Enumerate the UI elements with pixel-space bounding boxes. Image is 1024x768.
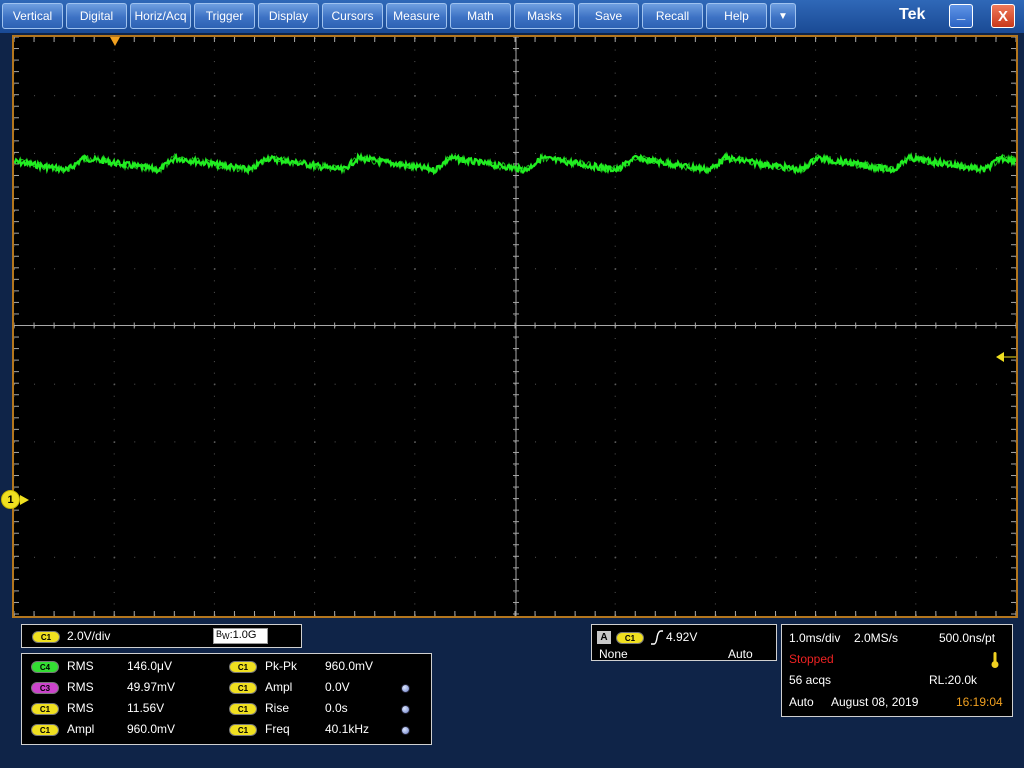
measurement-left-badge: C3	[31, 682, 59, 694]
acquisition-panel[interactable]: 1.0ms/div 2.0MS/s 500.0ns/pt Stopped 56 …	[781, 624, 1013, 717]
measurement-info-icon[interactable]	[401, 705, 410, 714]
trigger-panel[interactable]: A C1 4.92V None Auto	[591, 624, 777, 661]
measurement-right-name: Rise	[265, 701, 290, 715]
menu-help[interactable]: Help	[706, 3, 767, 29]
measurement-left-value: 11.56V	[127, 701, 165, 715]
acquisition-time: 16:19:04	[956, 695, 1003, 709]
menu-save[interactable]: Save	[578, 3, 639, 29]
thermometer-icon	[991, 652, 999, 668]
trigger-position-marker-icon[interactable]	[110, 37, 120, 46]
measurement-right-value: 40.1kHz	[325, 722, 370, 736]
trigger-mode: Auto	[728, 647, 753, 661]
measurement-right-badge: C1	[229, 724, 257, 736]
measurement-right-name: Freq	[265, 722, 290, 736]
trigger-level: 4.92V	[666, 630, 698, 644]
measurement-left-badge: C1	[31, 703, 59, 715]
channel1-ground-marker[interactable]: 1	[1, 490, 20, 509]
measurement-left-value: 49.97mV	[127, 680, 176, 694]
minimize-button[interactable]: _	[949, 4, 973, 28]
channel1-badge: C1	[32, 631, 60, 643]
acquisition-mode: Auto	[789, 695, 814, 709]
measurement-left-badge: C4	[31, 661, 59, 673]
menu-digital[interactable]: Digital	[66, 3, 127, 29]
record-length: RL:20.0k	[929, 673, 978, 687]
menu-more-button[interactable]: ▼	[770, 3, 796, 29]
rising-edge-icon	[651, 630, 663, 645]
menu-vertical[interactable]: Vertical	[2, 3, 63, 29]
measurement-left-name: Ampl	[67, 722, 95, 736]
acquisition-count: 56 acqs	[789, 673, 832, 687]
menu-math[interactable]: Math	[450, 3, 511, 29]
menu-masks[interactable]: Masks	[514, 3, 575, 29]
menu-trigger[interactable]: Trigger	[194, 3, 255, 29]
waveform-display[interactable]	[12, 35, 1018, 618]
measurement-right-badge: C1	[229, 682, 257, 694]
measurement-info-icon[interactable]	[401, 684, 410, 693]
measurement-left-value: 960.0mV	[127, 722, 176, 736]
graticule	[14, 37, 1016, 616]
measurement-left-badge: C1	[31, 724, 59, 736]
trigger-coupling: None	[599, 647, 628, 661]
measurement-left-value: 146.0μV	[127, 659, 172, 673]
trigger-source-badge: C1	[616, 632, 644, 644]
close-button[interactable]: X	[991, 4, 1015, 28]
measurement-info-icon[interactable]	[401, 726, 410, 735]
measurement-right-badge: C1	[229, 703, 257, 715]
menu-cursors[interactable]: Cursors	[322, 3, 383, 29]
measurement-right-badge: C1	[229, 661, 257, 673]
brand-logo: Tek	[899, 6, 926, 23]
measurement-right-value: 0.0s	[325, 701, 348, 715]
measurement-right-value: 960.0mV	[325, 659, 374, 673]
menu-horiz-acq[interactable]: Horiz/Acq	[130, 3, 191, 29]
resolution-readout: 500.0ns/pt	[939, 631, 996, 645]
bandwidth-readout[interactable]: BW:1.0G	[213, 628, 268, 644]
sample-rate-readout: 2.0MS/s	[854, 631, 899, 645]
measurement-right-name: Ampl	[265, 680, 293, 694]
measurement-left-name: RMS	[67, 659, 94, 673]
measurement-left-name: RMS	[67, 680, 94, 694]
channel1-ground-arrow-icon	[20, 495, 29, 505]
menu-recall[interactable]: Recall	[642, 3, 703, 29]
minimize-icon: _	[956, 4, 966, 22]
acquisition-state: Stopped	[789, 652, 834, 666]
channel1-scale: 2.0V/div	[67, 629, 111, 643]
menu-display[interactable]: Display	[258, 3, 319, 29]
trigger-letter: A	[597, 631, 611, 644]
acquisition-date: August 08, 2019	[831, 695, 919, 709]
measurement-left-name: RMS	[67, 701, 94, 715]
trigger-level-arrow-icon[interactable]	[996, 352, 1016, 362]
channel1-scale-panel[interactable]: C1 2.0V/div BW:1.0G	[21, 624, 302, 648]
timebase-readout: 1.0ms/div	[789, 631, 841, 645]
close-icon: X	[997, 7, 1008, 25]
measurement-right-value: 0.0V	[325, 680, 350, 694]
menu-measure[interactable]: Measure	[386, 3, 447, 29]
menu-bar: Vertical Digital Horiz/Acq Trigger Displ…	[0, 0, 1024, 33]
measurements-panel[interactable]: C4 RMS 146.0μV C1 Pk-Pk 960.0mV C3 RMS 49.97mV C1…	[21, 653, 432, 745]
measurement-right-name: Pk-Pk	[265, 659, 298, 673]
